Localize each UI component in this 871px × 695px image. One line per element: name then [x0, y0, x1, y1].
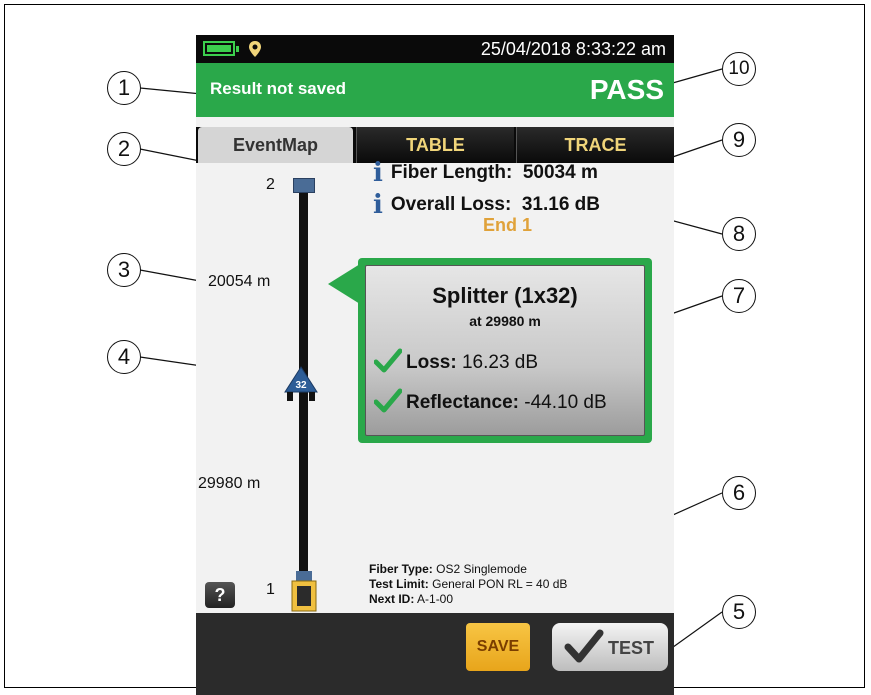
next-id-value: A-1-00 — [417, 592, 454, 606]
splitter-badge: 32 — [295, 380, 307, 391]
bottom-bar: SAVE TEST — [196, 613, 674, 695]
event-pointer — [328, 264, 360, 304]
tab-eventmap[interactable]: EventMap — [198, 127, 353, 163]
loss-value: 16.23 dB — [461, 352, 539, 373]
end1-label: 1 — [266, 581, 275, 598]
save-button[interactable]: SAVE — [466, 623, 530, 671]
callout-4: 4 — [107, 340, 141, 374]
test-button-label: TEST — [608, 638, 655, 658]
callout-3: 3 — [107, 253, 141, 287]
fiber-tester-screen: 25/04/2018 8:33:22 am Result not saved P… — [196, 35, 674, 695]
reflectance-label: Reflectance: — [406, 392, 519, 413]
verdict-pass: PASS — [589, 74, 664, 105]
end2-label: 2 — [266, 176, 275, 193]
test-limit-value: General PON RL = 40 dB — [432, 577, 568, 591]
result-bar: Result not saved PASS — [196, 63, 674, 117]
fiber-length: i Fiber Length: 50034 m — [373, 158, 598, 188]
save-status: Result not saved — [210, 79, 347, 98]
end-label: End 1 — [483, 215, 533, 235]
checkmark-icon — [373, 388, 403, 413]
fiber-type: Fiber Type: OS2 Singlemode — [369, 562, 527, 576]
fiber-type-label: Fiber Type: — [369, 562, 433, 576]
test-limit-label: Test Limit: — [369, 577, 429, 591]
event-position: at 29980 m — [469, 313, 541, 329]
location-pin-icon — [249, 41, 261, 57]
event-card[interactable]: Splitter (1x32) at 29980 m Loss: 16.23 d… — [358, 258, 652, 443]
checkmark-icon — [373, 348, 403, 373]
datetime: 25/04/2018 8:33:22 am — [480, 39, 666, 59]
fiber-length-label: Fiber Length: — [390, 162, 513, 183]
overall-loss-value: 31.16 dB — [521, 194, 600, 215]
end1-connector-icon[interactable] — [290, 571, 318, 613]
reflectance-row: Reflectance: -44.10 dB — [373, 388, 607, 414]
callout-5: 5 — [722, 595, 756, 629]
overall-loss-label: Overall Loss: — [390, 194, 512, 215]
callout-9: 9 — [722, 123, 756, 157]
next-id: Next ID: A-1-00 — [369, 592, 453, 606]
checkmark-icon — [564, 629, 604, 663]
segment2-length: 29980 m — [198, 475, 261, 492]
splitter-icon[interactable]: 32 — [283, 366, 319, 404]
callout-7: 7 — [722, 279, 756, 313]
callout-10: 10 — [722, 52, 756, 86]
status-bar: 25/04/2018 8:33:22 am — [196, 35, 674, 63]
loss-row: Loss: 16.23 dB — [373, 348, 539, 374]
battery-full-icon — [203, 41, 239, 56]
next-id-label: Next ID: — [369, 592, 415, 606]
test-button[interactable]: TEST — [552, 623, 668, 671]
callout-6: 6 — [722, 476, 756, 510]
info-icon[interactable]: i — [373, 158, 383, 188]
reflectance-value: -44.10 dB — [524, 392, 607, 413]
fiber-length-value: 50034 m — [522, 162, 598, 183]
callout-2: 2 — [107, 132, 141, 166]
help-button[interactable]: ? — [205, 582, 235, 608]
segment1-length: 20054 m — [208, 273, 271, 290]
callout-1: 1 — [107, 71, 141, 105]
loss-label: Loss: — [406, 352, 457, 373]
fiber-type-value: OS2 Singlemode — [436, 562, 527, 576]
end2-connector-icon[interactable] — [293, 178, 315, 193]
test-limit: Test Limit: General PON RL = 40 dB — [369, 577, 567, 591]
callout-8: 8 — [722, 217, 756, 251]
event-title: Splitter (1x32) — [432, 283, 578, 308]
info-icon[interactable]: i — [373, 190, 383, 220]
